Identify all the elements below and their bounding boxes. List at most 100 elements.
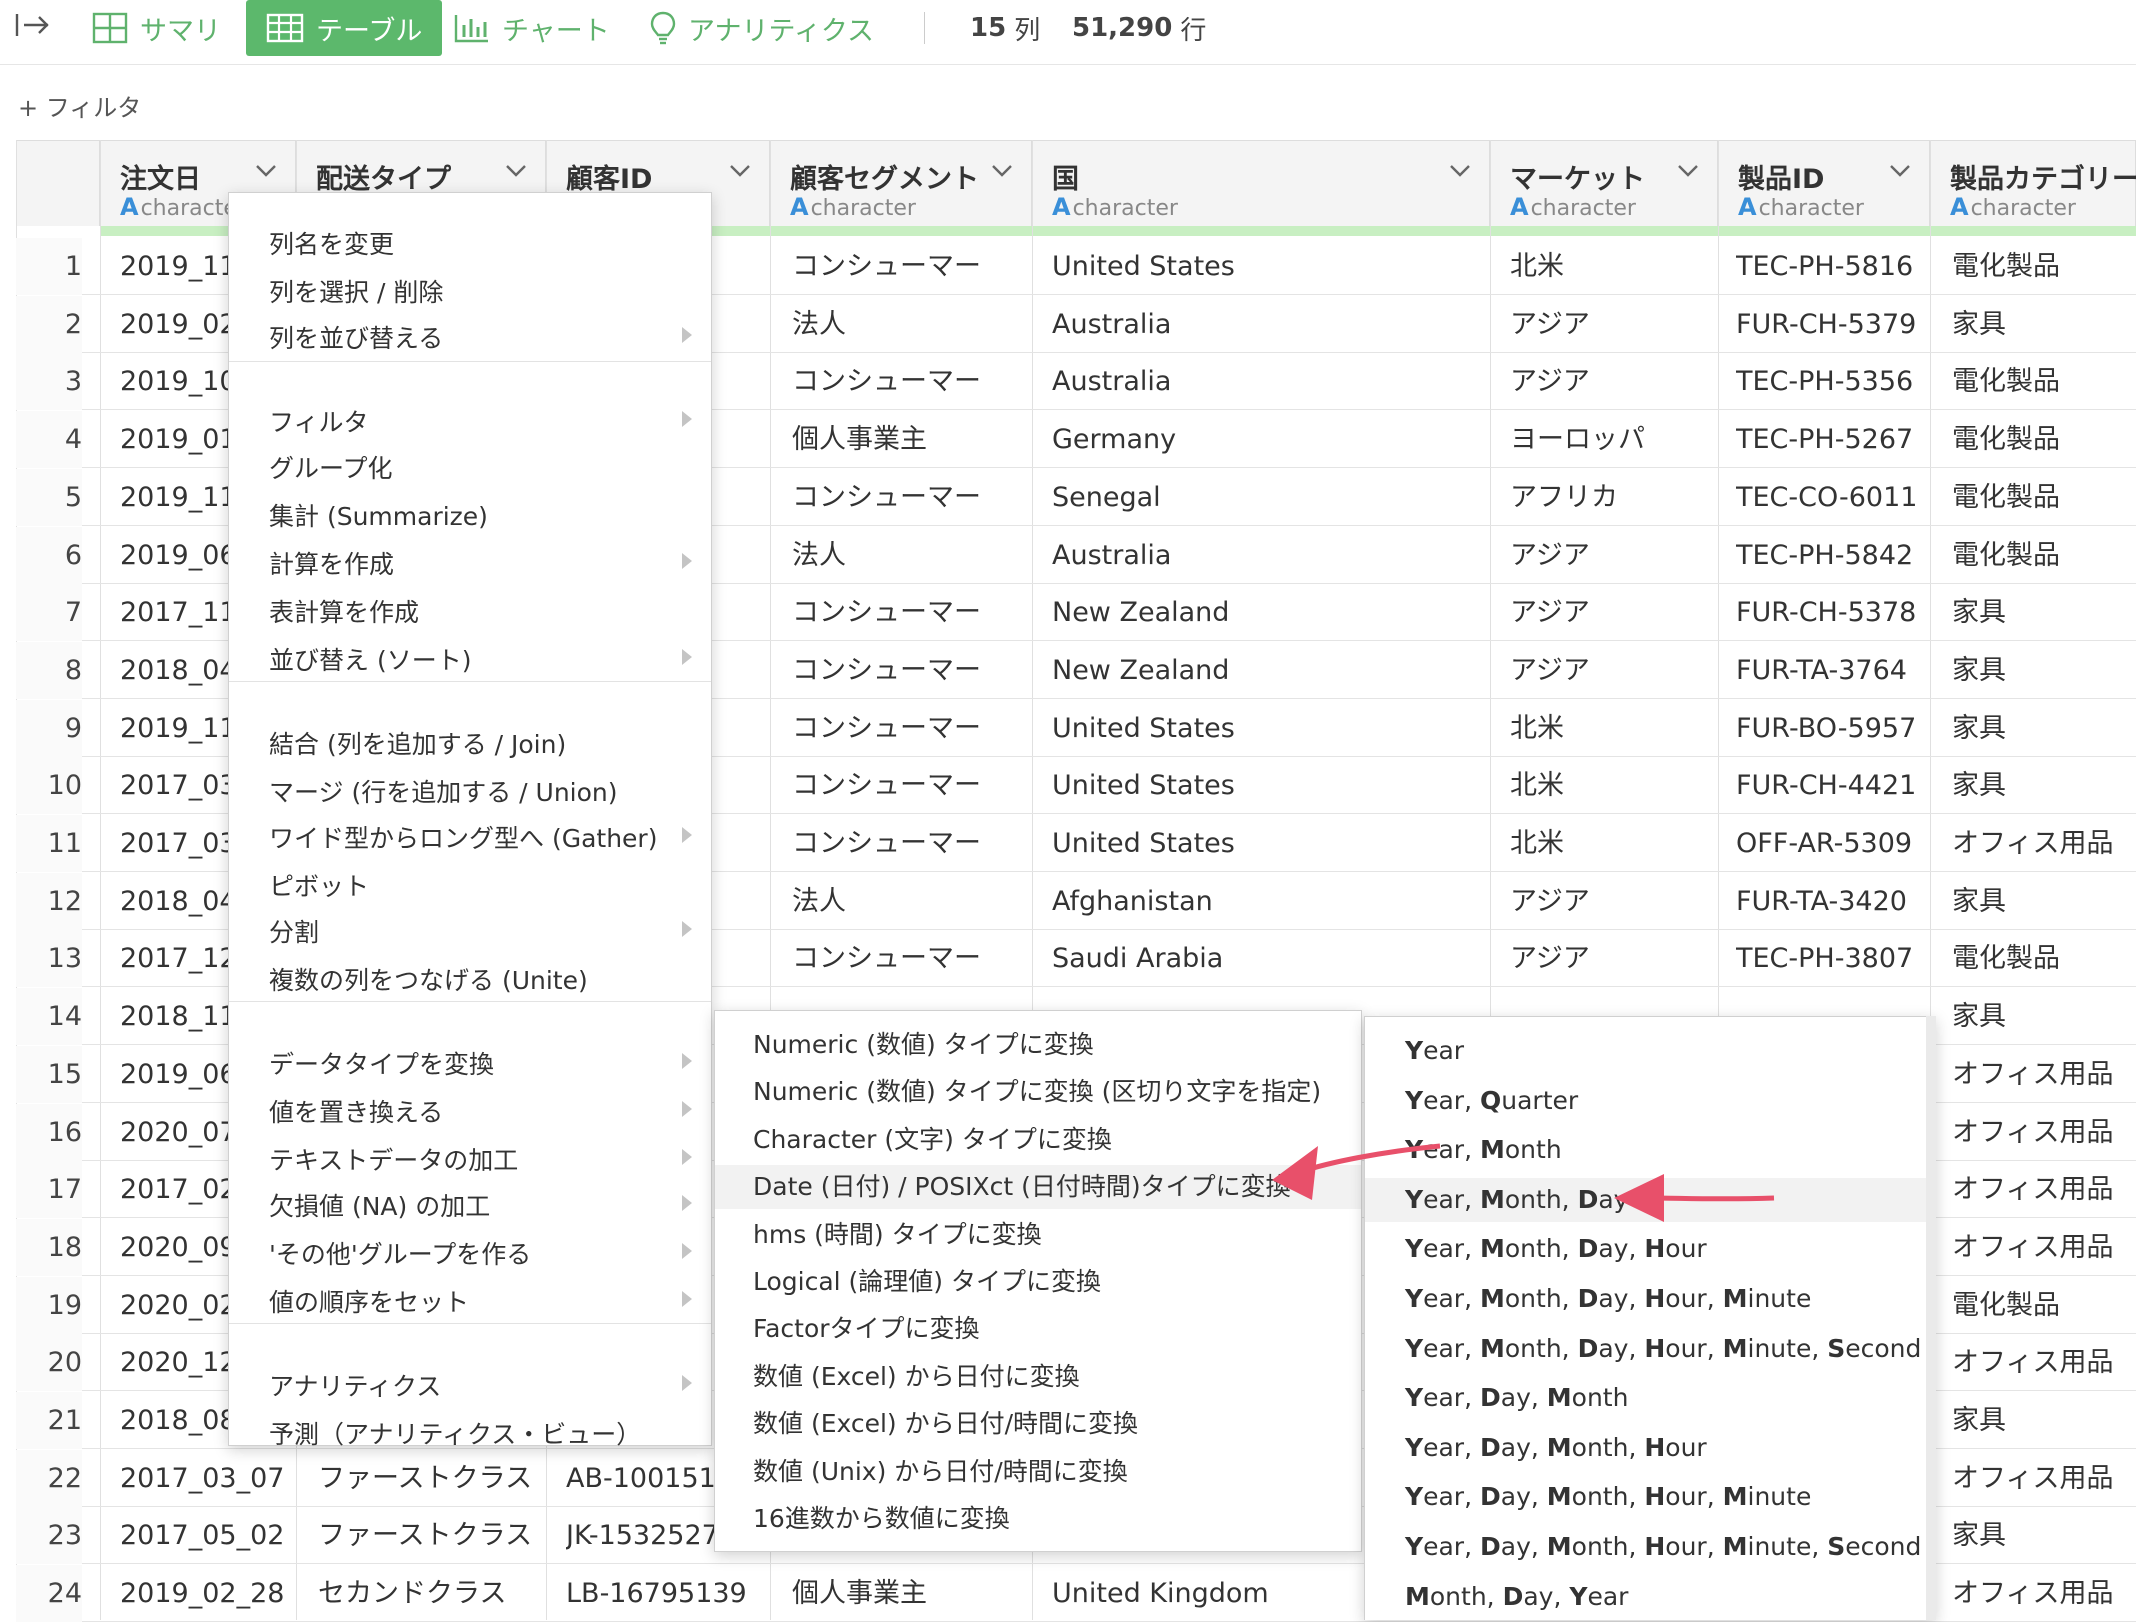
- date-format-item[interactable]: Month, Day, Year: [1365, 1575, 1935, 1619]
- table-cell[interactable]: 法人: [792, 527, 1030, 584]
- table-cell[interactable]: OFF-AR-5309: [1736, 815, 1924, 872]
- table-cell[interactable]: 2017_03_07: [120, 1450, 292, 1507]
- submenu-item[interactable]: 数値 (Excel) から日付/時間に変換: [715, 1402, 1361, 1446]
- table-cell[interactable]: 家具: [1952, 873, 2134, 930]
- table-cell[interactable]: 家具: [1952, 988, 2134, 1045]
- collapse-sidebar-button[interactable]: [14, 0, 50, 56]
- menu-item[interactable]: 結合 (列を追加する / Join): [229, 723, 711, 767]
- table-cell[interactable]: 家具: [1952, 296, 2134, 353]
- menu-item[interactable]: 並び替え (ソート): [229, 639, 711, 683]
- table-cell[interactable]: 法人: [792, 873, 1030, 930]
- menu-item[interactable]: ピボット: [229, 865, 711, 909]
- table-cell[interactable]: ヨーロッパ: [1510, 411, 1714, 468]
- table-cell[interactable]: アジア: [1510, 296, 1714, 353]
- table-cell[interactable]: アジア: [1510, 873, 1714, 930]
- table-cell[interactable]: United States: [1052, 815, 1486, 872]
- chevron-down-icon[interactable]: [991, 163, 1013, 182]
- table-cell[interactable]: TEC-PH-5356: [1736, 353, 1924, 410]
- table-cell[interactable]: Saudi Arabia: [1052, 930, 1486, 987]
- table-cell[interactable]: オフィス用品: [1952, 1565, 2134, 1622]
- date-format-item[interactable]: Year: [1365, 1029, 1935, 1073]
- table-cell[interactable]: Senegal: [1052, 469, 1486, 526]
- table-cell[interactable]: 北米: [1510, 815, 1714, 872]
- menu-item[interactable]: フィルタ: [229, 401, 711, 445]
- date-format-item[interactable]: Year, Day, Month, Hour: [1365, 1426, 1935, 1470]
- table-cell[interactable]: オフィス用品: [1952, 815, 2134, 872]
- table-cell[interactable]: 家具: [1952, 757, 2134, 814]
- table-cell[interactable]: United States: [1052, 700, 1486, 757]
- table-cell[interactable]: コンシューマー: [792, 700, 1030, 757]
- table-cell[interactable]: New Zealand: [1052, 584, 1486, 641]
- table-cell[interactable]: 家具: [1952, 1392, 2134, 1449]
- table-cell[interactable]: New Zealand: [1052, 642, 1486, 699]
- menu-item[interactable]: 予測（アナリティクス・ビュー）: [229, 1413, 711, 1457]
- table-cell[interactable]: LB-16795139: [566, 1565, 766, 1622]
- tab-table[interactable]: テーブル: [246, 0, 443, 56]
- menu-item[interactable]: 列を並び替える: [229, 317, 711, 361]
- menu-item[interactable]: 列名を変更: [229, 223, 711, 267]
- date-format-item[interactable]: Year, Month, Day: [1365, 1177, 1935, 1222]
- table-cell[interactable]: TEC-PH-5816: [1736, 238, 1924, 295]
- table-cell[interactable]: コンシューマー: [792, 353, 1030, 410]
- date-format-item[interactable]: Year, Month: [1365, 1128, 1935, 1172]
- tab-chart[interactable]: チャート: [454, 0, 610, 56]
- chevron-down-icon[interactable]: [1889, 163, 1911, 182]
- table-cell[interactable]: Afghanistan: [1052, 873, 1486, 930]
- menu-item[interactable]: グループ化: [229, 447, 711, 491]
- table-cell[interactable]: コンシューマー: [792, 469, 1030, 526]
- table-cell[interactable]: オフィス用品: [1952, 1450, 2134, 1507]
- table-cell[interactable]: TEC-PH-3807: [1736, 930, 1924, 987]
- table-cell[interactable]: セカンドクラス: [318, 1565, 544, 1622]
- table-cell[interactable]: 2019_02_28: [120, 1565, 292, 1622]
- table-cell[interactable]: 家具: [1952, 700, 2134, 757]
- column-header[interactable]: 顧客セグメント Acharacter: [770, 140, 1032, 226]
- submenu-item[interactable]: hms (時間) タイプに変換: [715, 1213, 1361, 1257]
- table-cell[interactable]: FUR-TA-3420: [1736, 873, 1924, 930]
- table-cell[interactable]: 電化製品: [1952, 238, 2134, 295]
- tab-summary[interactable]: サマリ: [92, 0, 221, 56]
- date-format-item[interactable]: Year, Month, Day, Hour: [1365, 1227, 1935, 1271]
- submenu-item[interactable]: 数値 (Excel) から日付に変換: [715, 1355, 1361, 1399]
- table-cell[interactable]: 個人事業主: [792, 411, 1030, 468]
- table-cell[interactable]: 電化製品: [1952, 527, 2134, 584]
- table-cell[interactable]: オフィス用品: [1952, 1046, 2134, 1103]
- table-cell[interactable]: アジア: [1510, 527, 1714, 584]
- table-cell[interactable]: Australia: [1052, 353, 1486, 410]
- menu-item[interactable]: 集計 (Summarize): [229, 495, 711, 539]
- table-cell[interactable]: 家具: [1952, 584, 2134, 641]
- table-cell[interactable]: 北米: [1510, 238, 1714, 295]
- table-cell[interactable]: FUR-CH-5378: [1736, 584, 1924, 641]
- table-cell[interactable]: オフィス用品: [1952, 1219, 2134, 1276]
- menu-item[interactable]: テキストデータの加工: [229, 1139, 711, 1183]
- table-cell[interactable]: FUR-CH-5379: [1736, 296, 1924, 353]
- table-cell[interactable]: 電化製品: [1952, 353, 2134, 410]
- chevron-down-icon[interactable]: [729, 163, 751, 182]
- menu-item[interactable]: 欠損値 (NA) の加工: [229, 1185, 711, 1229]
- chevron-down-icon[interactable]: [505, 163, 527, 182]
- menu-item[interactable]: 値の順序をセット: [229, 1281, 711, 1325]
- table-cell[interactable]: TEC-PH-5267: [1736, 411, 1924, 468]
- table-cell[interactable]: United States: [1052, 757, 1486, 814]
- submenu-item[interactable]: 16進数から数値に変換: [715, 1497, 1361, 1541]
- table-cell[interactable]: アジア: [1510, 930, 1714, 987]
- table-cell[interactable]: アジア: [1510, 584, 1714, 641]
- column-header[interactable]: 製品ID Acharacter: [1718, 140, 1930, 226]
- submenu-item[interactable]: Numeric (数値) タイプに変換 (区切り文字を指定): [715, 1070, 1361, 1114]
- submenu-item[interactable]: Character (文字) タイプに変換: [715, 1118, 1361, 1162]
- table-cell[interactable]: 北米: [1510, 700, 1714, 757]
- date-format-item[interactable]: Year, Day, Month, Hour, Minute, Second: [1365, 1525, 1935, 1569]
- table-cell[interactable]: コンシューマー: [792, 584, 1030, 641]
- table-cell[interactable]: Germany: [1052, 411, 1486, 468]
- table-cell[interactable]: オフィス用品: [1952, 1334, 2134, 1391]
- table-cell[interactable]: FUR-BO-5957: [1736, 700, 1924, 757]
- column-header[interactable]: マーケット Acharacter: [1490, 140, 1718, 226]
- chevron-down-icon[interactable]: [255, 163, 277, 182]
- table-cell[interactable]: FUR-TA-3764: [1736, 642, 1924, 699]
- menu-item[interactable]: 表計算を作成: [229, 591, 711, 635]
- submenu-scrollbar[interactable]: [1926, 1016, 1936, 1620]
- table-cell[interactable]: アフリカ: [1510, 469, 1714, 526]
- table-cell[interactable]: アジア: [1510, 353, 1714, 410]
- column-header[interactable]: 国 Acharacter: [1032, 140, 1490, 226]
- menu-item[interactable]: 列を選択 / 削除: [229, 271, 711, 315]
- date-format-item[interactable]: Year, Month, Day, Hour, Minute, Second: [1365, 1327, 1935, 1371]
